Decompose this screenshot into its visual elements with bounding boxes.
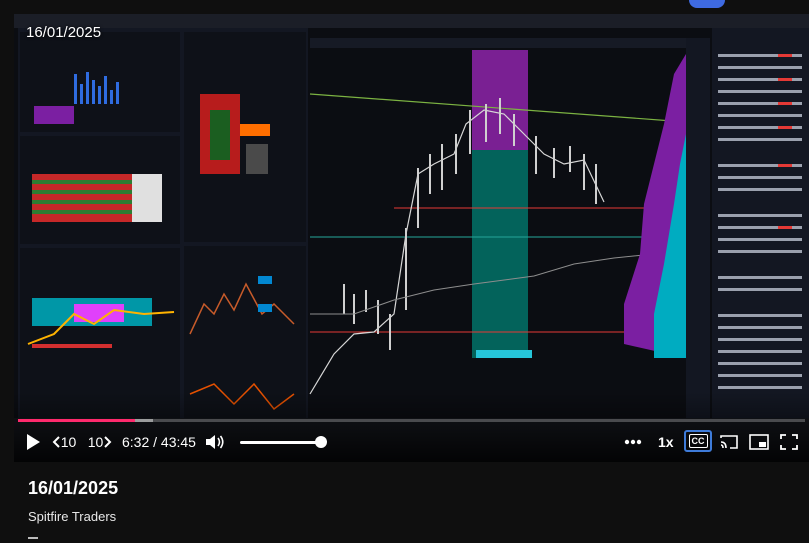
cast-icon (720, 435, 738, 449)
cast-button[interactable] (718, 429, 740, 455)
rewind-10-button[interactable]: 10 (50, 429, 78, 455)
rewind-10-label: 10 (60, 434, 77, 450)
page: 16/01/2025 10 10 6:32 / 43:45 1x CC 16/0… (0, 0, 809, 543)
progress-played (18, 419, 136, 422)
play-icon (27, 434, 40, 450)
player-controls: 10 10 6:32 / 43:45 1x CC (14, 429, 809, 455)
video-details: 16/01/2025 Spitfire Traders (28, 478, 118, 524)
video-title: 16/01/2025 (28, 478, 119, 498)
progress-bar[interactable] (18, 419, 805, 422)
forward-10-label: 10 (87, 434, 104, 450)
volume-icon (206, 435, 224, 449)
fullscreen-icon (780, 434, 798, 450)
volume-slider[interactable] (240, 441, 322, 444)
time-display: 6:32 / 43:45 (122, 434, 196, 450)
captions-label: CC (688, 434, 708, 448)
volume-slider-handle[interactable] (315, 436, 327, 448)
more-options-button[interactable] (622, 429, 644, 455)
more-icon (624, 439, 642, 445)
playback-speed[interactable]: 1x (658, 434, 674, 450)
video-overlay-date: 16/01/2025 (26, 24, 102, 41)
forward-10-button[interactable]: 10 (86, 429, 114, 455)
truncated-element (28, 537, 38, 543)
forward-10-icon (104, 436, 112, 448)
video-player[interactable]: 16/01/2025 10 10 6:32 / 43:45 1x CC (14, 14, 809, 462)
captions-button[interactable]: CC (684, 430, 712, 452)
rewind-10-icon (52, 436, 60, 448)
play-button[interactable] (22, 429, 44, 455)
miniplayer-icon (749, 434, 769, 450)
fullscreen-button[interactable] (778, 429, 800, 455)
channel-name[interactable]: Spitfire Traders (28, 509, 118, 524)
miniplayer-button[interactable] (748, 429, 770, 455)
toggle-switch[interactable] (689, 0, 725, 8)
volume-button[interactable] (204, 429, 226, 455)
